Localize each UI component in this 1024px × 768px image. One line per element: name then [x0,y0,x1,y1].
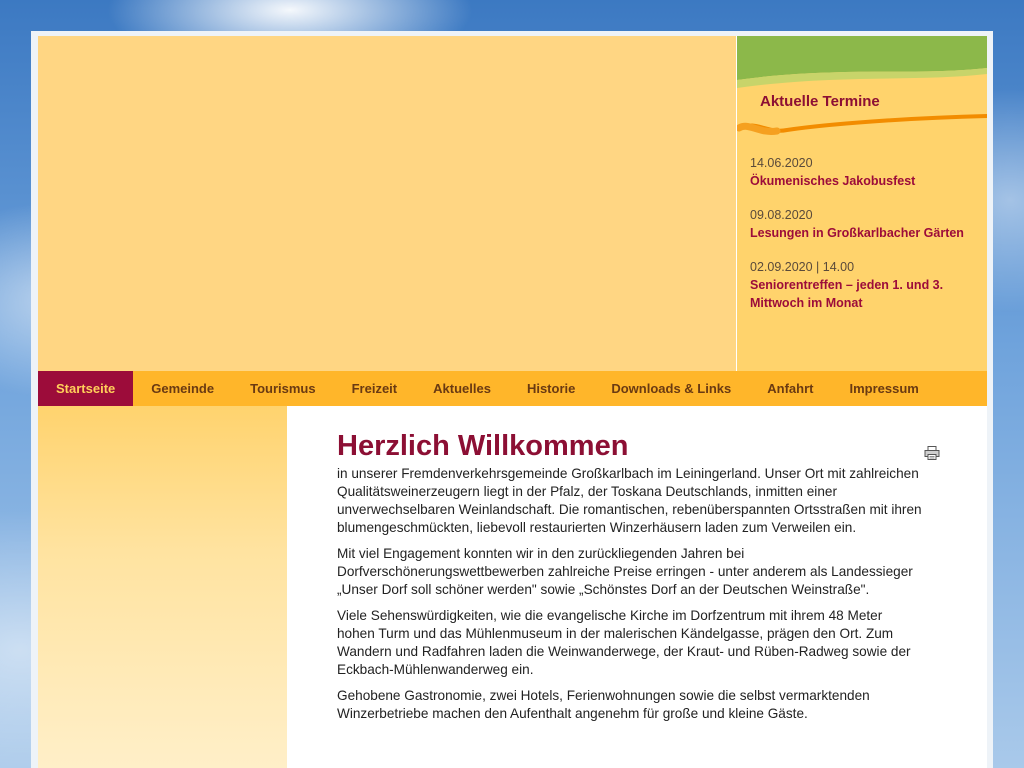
termine-box: Aktuelle Termine 14.06.2020 Ökumenisches… [737,36,987,371]
termin-date: 02.09.2020 | 14.00 [750,260,855,274]
nav-item-gemeinde[interactable]: Gemeinde [133,371,232,406]
sidebar [38,406,287,768]
termin-link[interactable]: Lesungen in Großkarlbacher Gärten [750,224,980,242]
nav-item-freizeit[interactable]: Freizeit [334,371,416,406]
termin-link[interactable]: Seniorentreffen – jeden 1. und 3. Mittwo… [750,276,980,312]
termin-item: 02.09.2020 | 14.00 Seniorentreffen – jed… [750,258,980,312]
nav-item-historie[interactable]: Historie [509,371,593,406]
paragraph: Mit viel Engagement konnten wir in den z… [337,546,913,597]
nav-item-aktuelles[interactable]: Aktuelles [415,371,509,406]
termine-wave-decoration [737,36,987,135]
header: Aktuelle Termine 14.06.2020 Ökumenisches… [38,36,987,371]
main-content: Herzlich Willkommen in unserer Fremdenve… [287,406,987,768]
header-banner [38,36,737,371]
paragraph: Gehobene Gastronomie, zwei Hotels, Ferie… [337,688,870,721]
intro-text: in unserer Fremdenverkehrsgemeinde Großk… [337,465,922,731]
printer-icon[interactable] [924,446,940,460]
termin-item: 14.06.2020 Ökumenisches Jakobusfest [750,154,980,190]
nav-item-tourismus[interactable]: Tourismus [232,371,334,406]
paragraph: in unserer Fremdenverkehrsgemeinde Großk… [337,466,922,535]
termin-item: 09.08.2020 Lesungen in Großkarlbacher Gä… [750,206,980,242]
nav-item-startseite[interactable]: Startseite [38,371,134,406]
termin-link[interactable]: Ökumenisches Jakobusfest [750,172,980,190]
termin-date: 14.06.2020 [750,156,813,170]
paragraph: Viele Sehenswürdigkeiten, wie die evange… [337,608,911,677]
main-navigation: Startseite Gemeinde Tourismus Freizeit A… [38,371,987,406]
nav-item-anfahrt[interactable]: Anfahrt [749,371,831,406]
termine-heading: Aktuelle Termine [760,93,880,110]
nav-item-downloads-links[interactable]: Downloads & Links [593,371,749,406]
termin-date: 09.08.2020 [750,208,813,222]
nav-item-impressum[interactable]: Impressum [831,371,936,406]
page-title: Herzlich Willkommen [337,430,629,462]
